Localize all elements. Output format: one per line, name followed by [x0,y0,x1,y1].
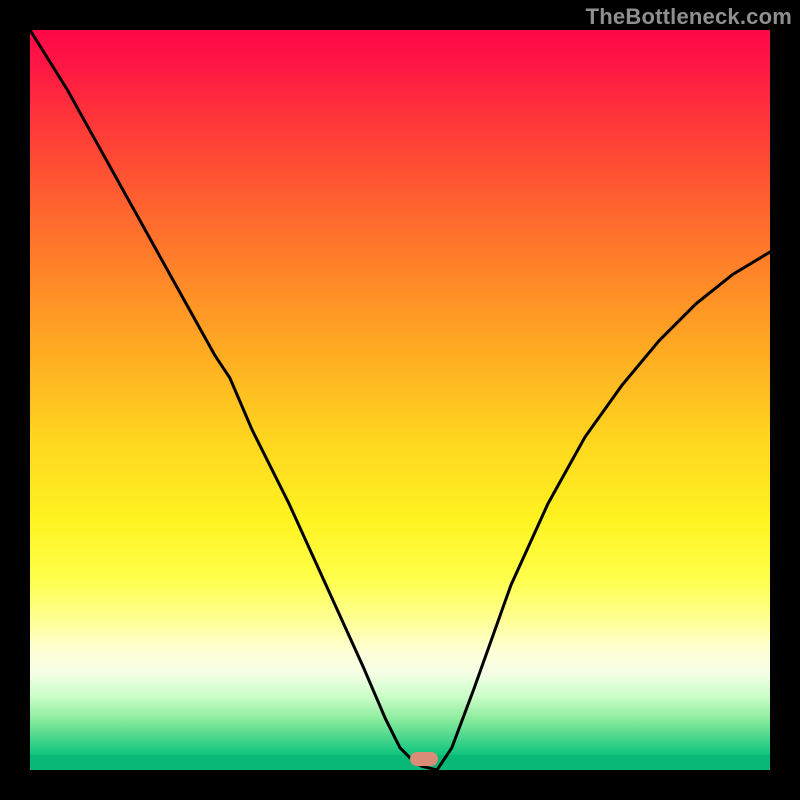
optimal-point-marker [410,752,438,766]
watermark-text: TheBottleneck.com [586,4,792,30]
bottleneck-curve [30,30,770,770]
chart-frame: TheBottleneck.com [0,0,800,800]
plot-area [30,30,770,770]
